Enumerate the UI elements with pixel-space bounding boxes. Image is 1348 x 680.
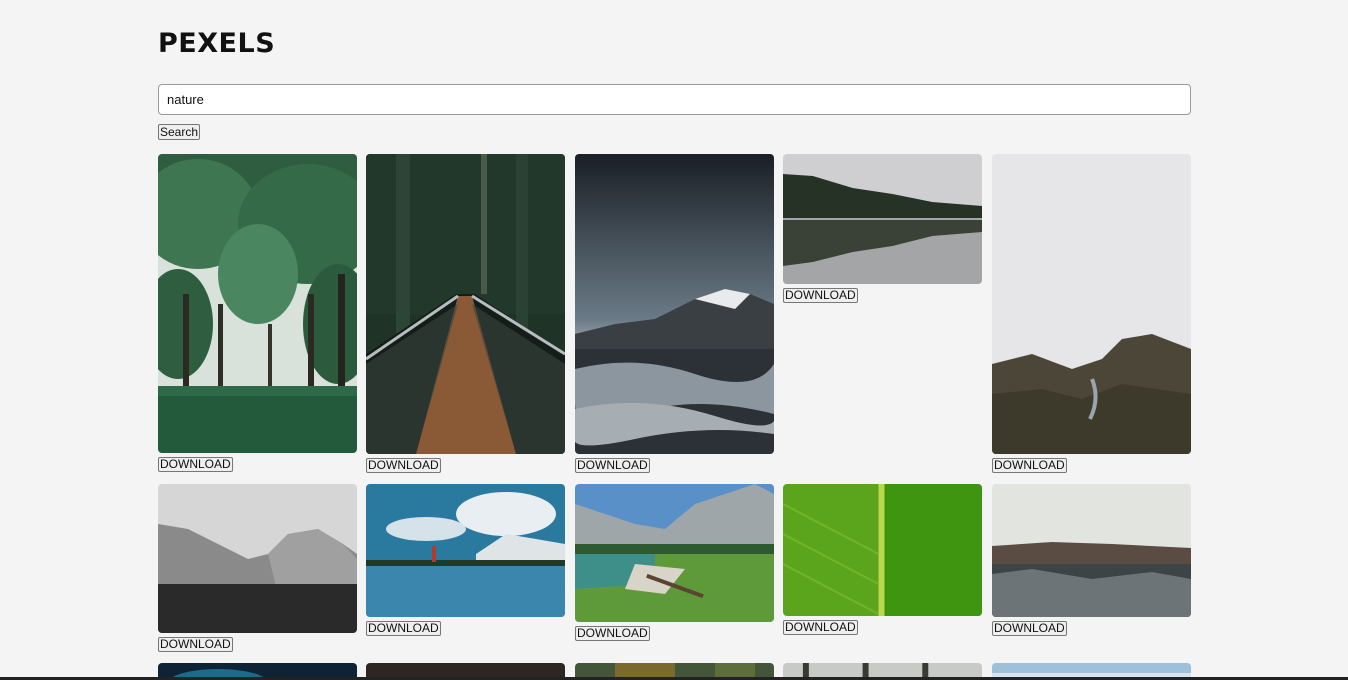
photo-card: DOWNLOAD bbox=[992, 484, 1191, 637]
download-button[interactable]: DOWNLOAD bbox=[575, 626, 650, 641]
download-button[interactable]: DOWNLOAD bbox=[158, 457, 233, 472]
photo-forest-suspension-bridge[interactable] bbox=[366, 154, 565, 454]
download-button[interactable]: DOWNLOAD bbox=[366, 458, 441, 473]
download-button[interactable]: DOWNLOAD bbox=[992, 458, 1067, 473]
photo-card: DOWNLOAD bbox=[783, 154, 982, 304]
download-button[interactable]: DOWNLOAD bbox=[783, 620, 858, 635]
download-button[interactable]: DOWNLOAD bbox=[366, 621, 441, 636]
photo-person-lake-reflection[interactable] bbox=[366, 484, 565, 617]
photo-card: DOWNLOAD bbox=[366, 484, 565, 637]
photo-card: DOWNLOAD bbox=[992, 154, 1191, 474]
photo-card: DOWNLOAD bbox=[366, 154, 565, 474]
download-button[interactable]: DOWNLOAD bbox=[783, 288, 858, 303]
search-input[interactable] bbox=[158, 84, 1191, 115]
photo-starry-mountain-river[interactable] bbox=[575, 154, 774, 454]
photo-card: DOWNLOAD bbox=[575, 484, 774, 642]
download-button[interactable]: DOWNLOAD bbox=[992, 621, 1067, 636]
photo-alpine-lake-meadow[interactable] bbox=[575, 484, 774, 622]
photo-black-white-mountains[interactable] bbox=[158, 484, 357, 633]
search-button[interactable]: Search bbox=[158, 124, 201, 140]
photo-foggy-forest-road[interactable] bbox=[992, 154, 1191, 454]
photo-card: DOWNLOAD bbox=[158, 154, 357, 473]
pexels-logo[interactable]: PEXELS bbox=[158, 28, 275, 59]
download-button[interactable]: DOWNLOAD bbox=[575, 458, 650, 473]
photo-card: DOWNLOAD bbox=[158, 484, 357, 653]
photo-card: DOWNLOAD bbox=[783, 484, 982, 636]
download-button[interactable]: DOWNLOAD bbox=[158, 637, 233, 652]
page: PEXELS Search DOWNLOAD bbox=[0, 0, 1348, 680]
photo-green-park-trees[interactable] bbox=[158, 154, 357, 453]
photo-snowy-forest-hill[interactable] bbox=[992, 484, 1191, 617]
photo-card: DOWNLOAD bbox=[575, 154, 774, 474]
photo-green-leaf-closeup[interactable] bbox=[783, 484, 982, 616]
photo-misty-lake-reflection[interactable] bbox=[783, 154, 982, 284]
